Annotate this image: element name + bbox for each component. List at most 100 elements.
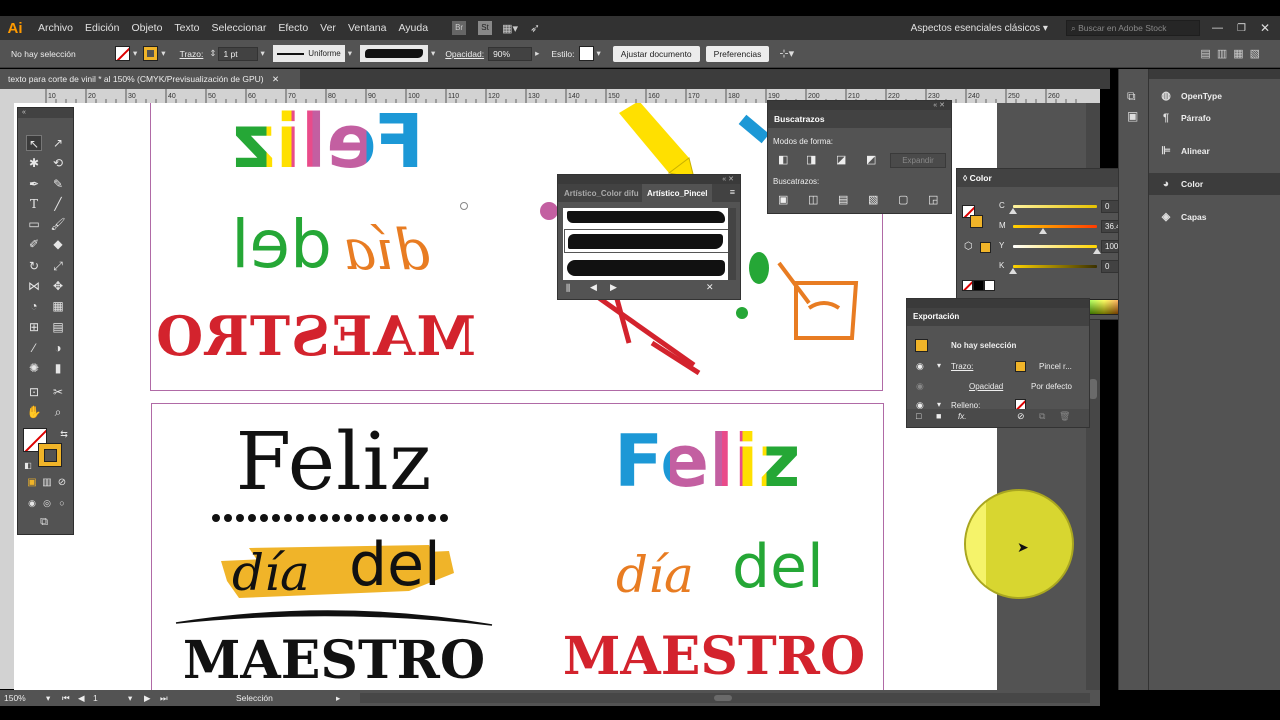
appearance-stroke-value[interactable]: Pincel r... (1039, 362, 1072, 371)
channel-slider-k[interactable] (1013, 265, 1097, 268)
lasso-tool-icon[interactable]: ⟲ (50, 155, 66, 171)
menu-archivo[interactable]: Archivo (38, 22, 73, 34)
dock-paragraph[interactable]: ¶ Párrafo (1149, 107, 1280, 129)
rectangle-tool-icon[interactable]: ▭ (26, 216, 42, 232)
artboard-number-field[interactable]: 1 (93, 693, 123, 703)
add-effect-button[interactable]: fx. (958, 412, 966, 421)
stroke-color-box[interactable] (38, 443, 62, 467)
maximize-icon[interactable]: ❐ (1237, 23, 1246, 34)
pathfinder-tab[interactable]: Buscatrazos (768, 110, 951, 128)
channel-slider-m[interactable] (1013, 225, 1097, 228)
direct-selection-tool-icon[interactable]: ↗ (50, 135, 66, 151)
zoom-tool-icon[interactable]: ⌕ (50, 404, 66, 420)
stroke-swatch[interactable] (143, 46, 159, 61)
status-menu-icon[interactable]: ▸ (336, 693, 340, 704)
brush-list[interactable] (563, 208, 733, 280)
zoom-field[interactable]: 150% (4, 693, 44, 703)
appearance-stroke-label[interactable]: Trazo: (951, 362, 973, 371)
width-tool-icon[interactable]: ⋈ (26, 278, 42, 294)
eye-icon[interactable]: ◉ (916, 381, 924, 392)
channel-slider-c[interactable] (1013, 205, 1097, 208)
menu-ventana[interactable]: Ventana (348, 22, 387, 34)
bridge-icon[interactable]: Br (452, 21, 467, 35)
outline-icon[interactable]: ▢ (898, 193, 908, 206)
opacity-label[interactable]: Opacidad: (445, 49, 484, 59)
dock-opentype[interactable]: ◍ OpenType (1149, 85, 1280, 107)
exclude-icon[interactable]: ◩ (866, 153, 876, 166)
previous-library-icon[interactable]: ◀ (590, 282, 597, 293)
stock-icon[interactable]: St (478, 21, 493, 35)
opacity-field[interactable]: 90% (488, 46, 533, 61)
stepper-icon[interactable]: ⇕ (209, 48, 216, 59)
artboard-tool-icon[interactable]: ⊡ (26, 384, 42, 400)
shape-builder-tool-icon[interactable]: ◔ (26, 298, 42, 314)
draw-inside-icon[interactable]: ○ (54, 495, 70, 511)
properties-icon[interactable]: ▣ (1127, 109, 1138, 123)
draw-normal-icon[interactable]: ◉ (24, 495, 40, 511)
swap-colors-icon[interactable]: ⇆ (56, 426, 72, 442)
scale-tool-icon[interactable]: ⤢ (50, 258, 66, 274)
paintbrush-tool-icon[interactable]: 🖌 (50, 216, 66, 232)
chevron-down-icon[interactable]: ▾ (161, 48, 165, 59)
gradient-mode-icon[interactable]: ▥ (39, 475, 55, 491)
close-icon[interactable]: ✕ (272, 74, 279, 84)
brush-list-scrollbar[interactable] (728, 208, 736, 280)
dock-color[interactable]: ◕ Color (1149, 173, 1280, 195)
eyedropper-tool-icon[interactable]: ⁄ (26, 340, 42, 356)
minus-front-icon[interactable]: ◨ (806, 153, 816, 166)
shaper-tool-icon[interactable]: ✐ (26, 236, 42, 252)
menu-efecto[interactable]: Efecto (278, 22, 308, 34)
tab-artistic-brush[interactable]: Artístico_Pincel (642, 184, 713, 202)
chevron-down-icon[interactable]: ▾ (597, 48, 601, 59)
panel-menu-icon[interactable]: ≡ (730, 187, 735, 197)
menu-seleccionar[interactable]: Seleccionar (212, 22, 267, 34)
document-tab[interactable]: texto para corte de vinil * al 150% (CMY… (0, 69, 300, 89)
style-swatch[interactable] (578, 46, 594, 61)
appearance-opacity-label[interactable]: Opacidad (969, 382, 1003, 391)
brush-item-selected[interactable] (564, 229, 729, 253)
menu-ayuda[interactable]: Ayuda (398, 22, 428, 34)
type-tool-icon[interactable]: T (26, 196, 42, 212)
channel-slider-y[interactable] (1013, 245, 1097, 248)
minimize-icon[interactable]: — (1212, 22, 1223, 34)
none-mode-icon[interactable]: ⊘ (54, 475, 70, 491)
tab-artistic-color[interactable]: Artístico_Color difu (564, 189, 639, 198)
chevron-down-icon[interactable]: ▾ (46, 693, 50, 704)
puppet-warp-tool-icon[interactable]: ✥ (50, 278, 66, 294)
magic-wand-tool-icon[interactable]: ✱ (26, 155, 42, 171)
mesh-tool-icon[interactable]: ⊞ (26, 319, 42, 335)
brush-definition-select[interactable] (360, 45, 429, 62)
color-tab[interactable]: ◊ Color››≡ (957, 169, 1145, 187)
selection-tool-icon[interactable]: ↖ (26, 135, 42, 151)
chevron-down-icon[interactable]: ▾ (937, 361, 941, 370)
duplicate-item-icon[interactable]: ⧉ (1039, 411, 1045, 422)
symbol-sprayer-tool-icon[interactable]: ✺ (26, 360, 42, 376)
line-tool-icon[interactable]: ╱ (50, 196, 66, 212)
blend-tool-icon[interactable]: ◑ (50, 340, 66, 356)
column-graph-tool-icon[interactable]: ▮ (50, 360, 66, 376)
trash-icon[interactable]: 🗑 (1059, 411, 1070, 422)
libraries-icon[interactable]: ⧉ (1127, 89, 1136, 104)
rotate-tool-icon[interactable]: ↻ (26, 258, 42, 274)
workspace-switcher[interactable]: Aspectos esenciales clásicos ▾ (911, 23, 1048, 34)
stroke-profile-select[interactable]: Uniforme (272, 45, 345, 62)
gamut-swatch[interactable] (980, 242, 991, 253)
stroke-indicator[interactable] (970, 215, 983, 228)
next-library-icon[interactable]: ▶ (610, 282, 617, 293)
add-stroke-icon[interactable]: □ (916, 411, 921, 421)
draw-behind-icon[interactable]: ◎ (39, 495, 55, 511)
chevron-right-icon[interactable]: ▸ (535, 48, 539, 59)
merge-icon[interactable]: ▤ (838, 193, 848, 206)
library-menu-icon[interactable]: ⫼ (566, 283, 570, 294)
adjust-document-button[interactable]: Ajustar documento (612, 45, 700, 62)
arrange-icon[interactable]: ⊹▾ (779, 47, 794, 60)
gradient-tool-icon[interactable]: ▤ (50, 319, 66, 335)
intersect-icon[interactable]: ◪ (836, 153, 846, 166)
last-artboard-icon[interactable]: ⏭ (160, 693, 168, 704)
horizontal-scrollbar[interactable] (360, 693, 1090, 703)
arrange-documents-icon[interactable]: ▦▾ (502, 22, 518, 35)
scrollbar-thumb[interactable] (1089, 379, 1097, 399)
curvature-tool-icon[interactable]: ✎ (50, 176, 66, 192)
trim-icon[interactable]: ◫ (808, 193, 818, 206)
dock-layers[interactable]: ◈ Capas (1149, 206, 1280, 228)
